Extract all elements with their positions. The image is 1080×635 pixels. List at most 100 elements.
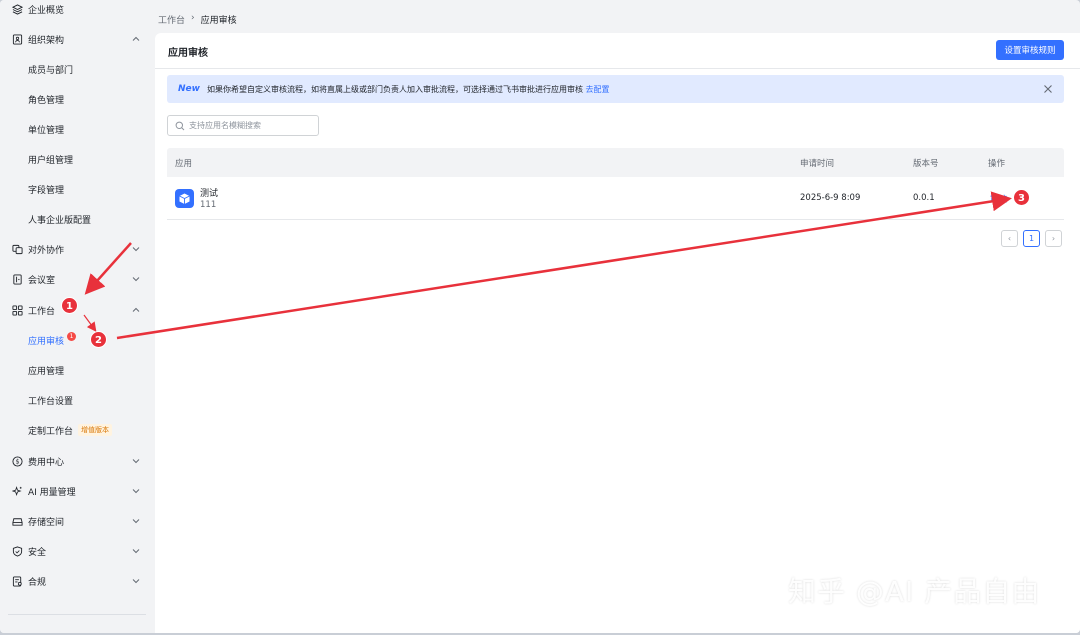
app-name: 测试 bbox=[200, 189, 219, 199]
close-icon[interactable] bbox=[1043, 84, 1053, 94]
sidebar-item-workbench[interactable]: 工作台 bbox=[0, 295, 155, 325]
chevron-down-icon bbox=[132, 277, 140, 282]
column-header-app: 应用 bbox=[175, 159, 193, 169]
main-panel: 应用审核 设置审核规则 New 如果你希望自定义审核流程，如将直属上级或部门负责… bbox=[155, 33, 1080, 633]
sidebar-item-app-review[interactable]: 应用审核 1 bbox=[0, 325, 155, 355]
watermark: 知乎 @AI 产品自由 bbox=[788, 575, 1041, 608]
sidebar-item-label: 人事企业版配置 bbox=[28, 215, 92, 226]
sidebar-item-label: 合规 bbox=[28, 577, 47, 588]
sidebar-item-label: 应用管理 bbox=[28, 366, 65, 377]
new-badge: New bbox=[178, 84, 200, 94]
sidebar-item-label: 企业概览 bbox=[28, 5, 65, 16]
storage-icon bbox=[11, 515, 23, 527]
header-divider bbox=[155, 68, 1080, 69]
app-description: 111 bbox=[200, 200, 217, 210]
column-header-actions: 操作 bbox=[988, 159, 1006, 169]
sidebar-item-label: 存储空间 bbox=[28, 517, 65, 528]
annotation-marker-2: 2 bbox=[90, 331, 107, 348]
sidebar-item-label: 定制工作台 bbox=[28, 426, 74, 437]
sidebar-item-label: 会议室 bbox=[28, 275, 56, 286]
column-header-time: 申请时间 bbox=[800, 159, 835, 169]
sidebar-item-label: 安全 bbox=[28, 547, 47, 558]
layers-icon bbox=[11, 3, 23, 15]
sidebar-item-label: 用户组管理 bbox=[28, 155, 74, 166]
org-icon bbox=[11, 33, 23, 45]
sidebar-item-label: 角色管理 bbox=[28, 95, 65, 106]
door-icon bbox=[11, 273, 23, 285]
sidebar-item-label: 对外协作 bbox=[28, 245, 65, 256]
sidebar-item-label: AI 用量管理 bbox=[28, 487, 76, 498]
table-row: 测试 111 2025-6-9 8:09 0.0.1 审核 bbox=[167, 177, 1064, 220]
sidebar-item-label: 费用中心 bbox=[28, 457, 65, 468]
sidebar-divider bbox=[8, 614, 146, 615]
search-box bbox=[167, 115, 319, 136]
notification-badge: 1 bbox=[67, 332, 76, 341]
chevron-down-icon bbox=[132, 459, 140, 464]
sidebar-item-org[interactable]: 组织架构 bbox=[0, 24, 155, 54]
notice-text: 如果你希望自定义审核流程，如将直属上级或部门负责人加入审批流程，可选择通过飞书审… bbox=[207, 84, 583, 94]
chevron-down-icon bbox=[132, 519, 140, 524]
table-header: 应用 申请时间 版本号 操作 bbox=[167, 148, 1064, 177]
pagination-prev[interactable]: ‹ bbox=[1001, 230, 1018, 247]
sidebar-item-app-manage[interactable]: 应用管理 bbox=[0, 355, 155, 385]
sidebar-item-label: 字段管理 bbox=[28, 185, 65, 196]
sidebar-item-security[interactable]: 安全 bbox=[0, 536, 155, 566]
sidebar: 企业概览 组织架构 成员与部门 角色管理 单位管理 用户组管理 字段管理 人事企… bbox=[0, 0, 155, 633]
sidebar-item-usergroups[interactable]: 用户组管理 bbox=[0, 144, 155, 174]
pagination-page[interactable]: 1 bbox=[1023, 230, 1040, 247]
sidebar-item-hr-config[interactable]: 人事企业版配置 bbox=[0, 204, 155, 234]
review-link[interactable]: 审核 bbox=[990, 193, 1007, 205]
sidebar-item-workbench-settings[interactable]: 工作台设置 bbox=[0, 385, 155, 415]
column-header-version: 版本号 bbox=[913, 159, 939, 169]
sidebar-item-members[interactable]: 成员与部门 bbox=[0, 54, 155, 84]
sidebar-item-compliance[interactable]: 合规 bbox=[0, 566, 155, 596]
breadcrumb-parent[interactable]: 工作台 bbox=[158, 13, 185, 26]
apply-time: 2025-6-9 8:09 bbox=[800, 193, 861, 203]
annotation-marker-1: 1 bbox=[61, 297, 78, 314]
sidebar-item-custom-workbench[interactable]: 定制工作台 增值版本 bbox=[0, 415, 155, 445]
set-review-rules-button[interactable]: 设置审核规则 bbox=[996, 40, 1064, 60]
sidebar-item-label: 工作台 bbox=[28, 306, 56, 317]
sidebar-item-label: 单位管理 bbox=[28, 125, 65, 136]
notice-message: 如果你希望自定义审核流程，如将直属上级或部门负责人加入审批流程，可选择通过飞书审… bbox=[207, 84, 610, 95]
sidebar-item-meeting-rooms[interactable]: 会议室 bbox=[0, 264, 155, 294]
breadcrumb: 工作台 › 应用审核 bbox=[158, 13, 237, 26]
grid-icon bbox=[11, 304, 23, 316]
svg-text:$: $ bbox=[15, 457, 19, 465]
sidebar-item-roles[interactable]: 角色管理 bbox=[0, 84, 155, 114]
sparkle-icon bbox=[11, 485, 23, 497]
search-icon bbox=[175, 121, 185, 131]
collab-icon bbox=[11, 243, 23, 255]
sidebar-item-label: 工作台设置 bbox=[28, 396, 74, 407]
app-window: 企业概览 组织架构 成员与部门 角色管理 单位管理 用户组管理 字段管理 人事企… bbox=[0, 0, 1080, 633]
page-title: 应用审核 bbox=[168, 48, 208, 59]
search-input[interactable] bbox=[189, 119, 314, 132]
breadcrumb-current: 应用审核 bbox=[200, 16, 237, 26]
sidebar-item-ai-usage[interactable]: AI 用量管理 bbox=[0, 476, 155, 506]
notice-config-link[interactable]: 去配置 bbox=[586, 85, 610, 94]
dollar-icon: $ bbox=[11, 455, 23, 467]
notice-banner: New 如果你希望自定义审核流程，如将直属上级或部门负责人加入审批流程，可选择通… bbox=[167, 75, 1064, 103]
sidebar-item-label: 应用审核 bbox=[28, 336, 65, 347]
sidebar-item-fields[interactable]: 字段管理 bbox=[0, 174, 155, 204]
chevron-down-icon bbox=[132, 549, 140, 554]
shield-icon bbox=[11, 545, 23, 557]
sidebar-item-storage[interactable]: 存储空间 bbox=[0, 506, 155, 536]
sidebar-item-label: 组织架构 bbox=[28, 35, 65, 46]
compliance-icon bbox=[11, 575, 23, 587]
pagination-next[interactable]: › bbox=[1045, 230, 1062, 247]
sidebar-item-collab[interactable]: 对外协作 bbox=[0, 234, 155, 264]
sidebar-item-units[interactable]: 单位管理 bbox=[0, 114, 155, 144]
breadcrumb-separator: › bbox=[191, 13, 195, 23]
chevron-up-icon bbox=[132, 36, 140, 41]
app-cube-icon bbox=[175, 189, 194, 208]
chevron-down-icon bbox=[132, 579, 140, 584]
chevron-up-icon bbox=[132, 307, 140, 312]
sidebar-item-billing[interactable]: $ 费用中心 bbox=[0, 446, 155, 476]
sidebar-item-label: 成员与部门 bbox=[28, 65, 74, 76]
app-version: 0.0.1 bbox=[913, 193, 935, 203]
sidebar-item-overview[interactable]: 企业概览 bbox=[0, 0, 155, 24]
chevron-down-icon bbox=[132, 247, 140, 252]
upgrade-tag: 增值版本 bbox=[78, 424, 112, 436]
annotation-marker-3: 3 bbox=[1013, 189, 1030, 206]
